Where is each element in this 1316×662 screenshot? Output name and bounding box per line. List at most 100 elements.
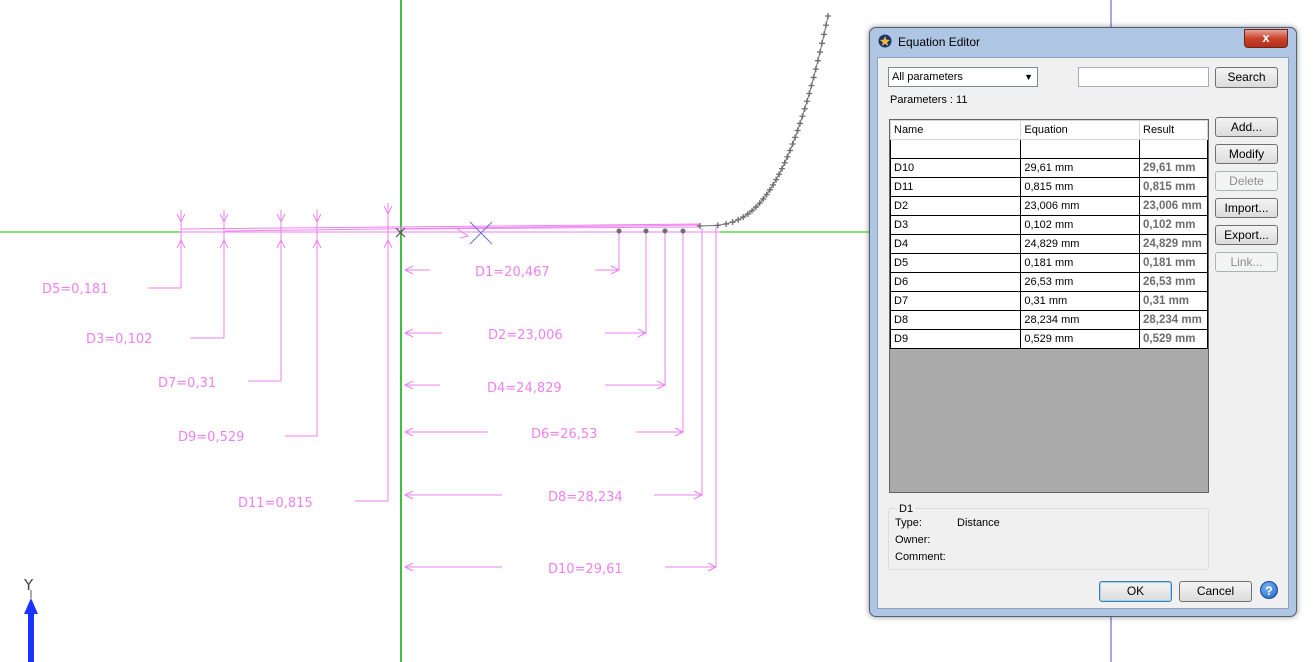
cell-name[interactable]: D11 (890, 177, 1022, 197)
dim-label-d7[interactable]: D7=0,31 (158, 376, 216, 391)
y-axis-label: Y (23, 576, 34, 594)
dim-label-d9[interactable]: D9=0,529 (178, 430, 244, 445)
cell-name[interactable]: D9 (890, 329, 1022, 349)
cell-name[interactable]: D6 (890, 272, 1022, 292)
curve-point (823, 22, 830, 29)
table-row[interactable]: D5 0,181 mm 0,181 mm (890, 253, 1208, 273)
cell-result[interactable]: 0,102 mm (1139, 215, 1208, 235)
cell-result[interactable]: 0,181 mm (1139, 253, 1208, 273)
table-row[interactable]: D8 28,234 mm 28,234 mm (890, 310, 1208, 330)
cell-name[interactable]: D7 (890, 291, 1022, 311)
curve-point (825, 13, 831, 19)
cell-equation[interactable]: 20,467 mm (1020, 139, 1140, 159)
curve-point (784, 153, 791, 160)
cell-equation[interactable]: 24,829 mm (1020, 234, 1140, 254)
dialog-client-area: All parameters ▼ Search Parameters : 11 … (877, 57, 1289, 609)
table-row[interactable]: D2 23,006 mm 23,006 mm (890, 196, 1208, 216)
cell-name[interactable]: D8 (890, 310, 1022, 330)
link-button[interactable]: Link... (1215, 252, 1278, 272)
table-row[interactable]: D4 24,829 mm 24,829 mm (890, 234, 1208, 254)
cell-result[interactable]: 0,529 mm (1139, 329, 1208, 349)
parameters-label: Parameters : (890, 94, 953, 106)
curve-point (799, 113, 806, 120)
parameters-table[interactable]: Name Equation Result D1 20,467 mm 20,467 m… (889, 119, 1209, 493)
title-bar[interactable]: Equation Editor x (870, 28, 1296, 56)
curve-point (781, 159, 788, 166)
cell-name[interactable]: D2 (890, 196, 1022, 216)
cell-result[interactable]: 29,61 mm (1139, 158, 1208, 178)
cell-result[interactable]: 0,815 mm (1139, 177, 1208, 197)
ok-button[interactable]: OK (1099, 581, 1172, 602)
delete-button[interactable]: Delete (1215, 171, 1278, 191)
cancel-button[interactable]: Cancel (1179, 581, 1252, 602)
search-input[interactable] (1078, 67, 1209, 87)
dim-label-d3[interactable]: D3=0,102 (86, 332, 152, 347)
cell-name[interactable]: D1 (890, 139, 1022, 159)
cell-name[interactable]: D10 (890, 158, 1022, 178)
table-row[interactable]: D1 20,467 mm 20,467 mm (890, 139, 1208, 159)
dim-label-d10[interactable]: D10=29,61 (548, 562, 623, 577)
table-row[interactable]: D7 0,31 mm 0,31 mm (890, 291, 1208, 311)
cell-equation[interactable]: 23,006 mm (1020, 196, 1140, 216)
cell-result[interactable]: 0,31 mm (1139, 291, 1208, 311)
parameters-count: Parameters : 11 (890, 94, 967, 106)
cell-equation[interactable]: 28,234 mm (1020, 310, 1140, 330)
export-button[interactable]: Export... (1215, 225, 1278, 245)
cell-name[interactable]: D3 (890, 215, 1022, 235)
parameter-filter-select[interactable]: All parameters ▼ (888, 67, 1038, 87)
table-row[interactable]: D11 0,815 mm 0,815 mm (890, 177, 1208, 197)
column-header-name[interactable]: Name (890, 120, 1022, 140)
cell-equation[interactable]: 0,815 mm (1020, 177, 1140, 197)
table-row[interactable]: D10 29,61 mm 29,61 mm (890, 158, 1208, 178)
cell-equation[interactable]: 26,53 mm (1020, 272, 1140, 292)
cell-name[interactable]: D5 (890, 253, 1022, 273)
cell-result[interactable]: 26,53 mm (1139, 272, 1208, 292)
close-button[interactable]: x (1244, 29, 1288, 48)
dim-label-d11[interactable]: D11=0,815 (238, 496, 313, 511)
dim-label-d4[interactable]: D4=24,829 (487, 381, 562, 396)
spline-curve[interactable] (616, 13, 831, 234)
cell-equation[interactable]: 0,31 mm (1020, 291, 1140, 311)
add-button[interactable]: Add... (1215, 117, 1278, 137)
owner-label: Owner: (895, 534, 931, 546)
dim-label-d2[interactable]: D2=23,006 (488, 328, 563, 343)
column-header-result[interactable]: Result (1139, 120, 1208, 140)
curve-point (810, 74, 817, 81)
cell-equation[interactable]: 29,61 mm (1020, 158, 1140, 178)
curve-point (776, 171, 783, 178)
curve-point (804, 98, 811, 105)
profile-point (643, 228, 649, 234)
cell-result[interactable]: 23,006 mm (1139, 196, 1208, 216)
type-value: Distance (957, 517, 1000, 529)
curve-point (789, 141, 796, 148)
cell-equation[interactable]: 0,529 mm (1020, 329, 1140, 349)
cell-name[interactable]: D4 (890, 234, 1022, 254)
curve-point (794, 127, 801, 134)
curve-point (808, 82, 815, 89)
equation-editor-dialog[interactable]: Equation Editor x All parameters ▼ Searc… (869, 27, 1297, 617)
cell-result[interactable]: 24,829 mm (1139, 234, 1208, 254)
help-icon[interactable]: ? (1260, 581, 1278, 599)
curve-point (821, 31, 828, 38)
table-header-row: Name Equation Result (890, 120, 1208, 140)
dim-label-d8[interactable]: D8=28,234 (548, 490, 623, 505)
type-label: Type: (895, 517, 922, 529)
cell-result[interactable]: 20,467 mm (1139, 139, 1208, 159)
table-row[interactable]: D3 0,102 mm 0,102 mm (890, 215, 1208, 235)
modify-button[interactable]: Modify (1215, 144, 1278, 164)
table-row[interactable]: D6 26,53 mm 26,53 mm (890, 272, 1208, 292)
cell-equation[interactable]: 0,102 mm (1020, 215, 1140, 235)
table-row[interactable]: D9 0,529 mm 0,529 mm (890, 329, 1208, 349)
cell-result[interactable]: 28,234 mm (1139, 310, 1208, 330)
curve-point (812, 66, 819, 73)
y-axis-triad (24, 590, 38, 662)
dim-label-d5[interactable]: D5=0,181 (42, 282, 108, 297)
parameter-details: D1 Type: Distance Owner: Comment: (888, 503, 1209, 570)
dim-label-d1[interactable]: D1=20,467 (475, 265, 550, 280)
column-header-equation[interactable]: Equation (1020, 120, 1140, 140)
cell-equation[interactable]: 0,181 mm (1020, 253, 1140, 273)
dim-label-d6[interactable]: D6=26,53 (531, 427, 597, 442)
search-button[interactable]: Search (1215, 67, 1278, 88)
curve-point (773, 176, 780, 183)
import-button[interactable]: Import... (1215, 198, 1278, 218)
